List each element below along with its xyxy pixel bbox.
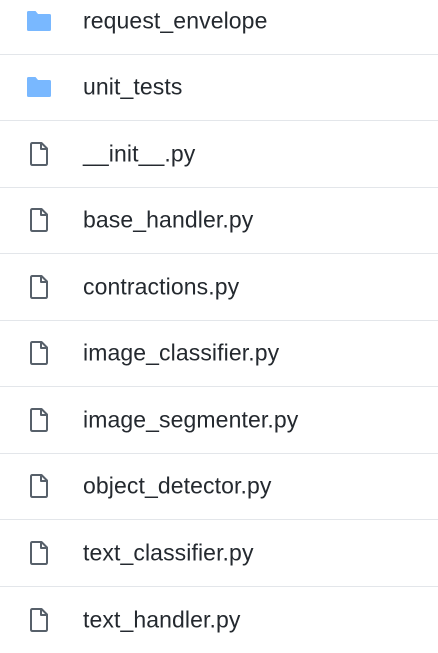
file-row-object-detector[interactable]: object_detector.py [0,454,438,521]
file-list: request_envelope unit_tests __init__.py … [0,0,438,635]
file-name[interactable]: request_envelope [83,7,267,34]
file-icon [24,471,54,501]
file-row-init[interactable]: __init__.py [0,121,438,188]
file-icon [24,205,54,235]
file-name[interactable]: image_classifier.py [83,340,279,367]
file-row-contractions[interactable]: contractions.py [0,254,438,321]
file-row-base-handler[interactable]: base_handler.py [0,188,438,255]
folder-icon [24,6,54,36]
file-name[interactable]: object_detector.py [83,473,271,500]
file-name[interactable]: __init__.py [83,140,195,167]
file-row-text-handler[interactable]: text_handler.py [0,587,438,653]
file-name[interactable]: unit_tests [83,74,182,101]
file-row-text-classifier[interactable]: text_classifier.py [0,520,438,587]
file-name[interactable]: image_segmenter.py [83,406,298,433]
folder-row-unit-tests[interactable]: unit_tests [0,55,438,122]
file-icon [24,405,54,435]
file-icon [24,272,54,302]
file-icon [24,338,54,368]
file-name[interactable]: contractions.py [83,273,239,300]
file-icon [24,538,54,568]
file-name[interactable]: base_handler.py [83,207,253,234]
file-row-image-segmenter[interactable]: image_segmenter.py [0,387,438,454]
file-icon [24,139,54,169]
folder-icon [24,72,54,102]
file-name[interactable]: text_classifier.py [83,539,254,566]
file-row-image-classifier[interactable]: image_classifier.py [0,321,438,388]
folder-row-request-envelope[interactable]: request_envelope [0,0,438,55]
file-icon [24,605,54,635]
file-name[interactable]: text_handler.py [83,606,241,633]
